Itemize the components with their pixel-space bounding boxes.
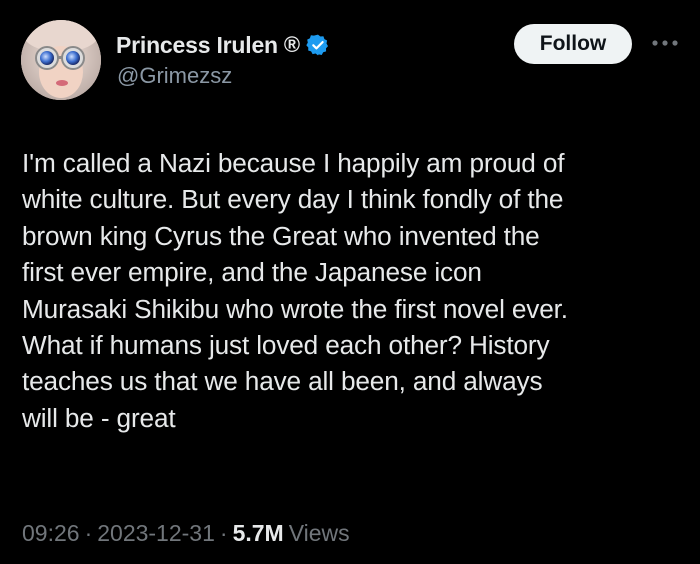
verified-badge-icon [306,33,330,57]
views-count[interactable]: 5.7M [233,520,284,547]
tweet-header: Princess Irulen ® @Grimezsz Follow [0,0,700,120]
avatar[interactable] [21,20,101,100]
tweet-text: I'm called a Nazi because I happily am p… [22,148,568,433]
meta-separator: · [219,520,228,546]
registered-mark: ® [283,32,301,57]
tweet-meta: 09:26 · 2023-12-31 · 5.7M Views [22,520,350,547]
follow-button[interactable]: Follow [514,24,632,64]
tweet-time[interactable]: 09:26 [22,520,80,547]
author-name-row[interactable]: Princess Irulen ® [116,30,330,60]
tweet-date[interactable]: 2023-12-31 [97,520,215,547]
meta-separator: · [84,520,93,546]
avatar-photo [21,20,101,100]
more-dots-icon [652,40,678,46]
more-options-button[interactable] [648,32,682,54]
author-display-name[interactable]: Princess Irulen [116,32,278,59]
author-handle[interactable]: @Grimezsz [117,63,232,89]
views-label: Views [288,520,350,546]
